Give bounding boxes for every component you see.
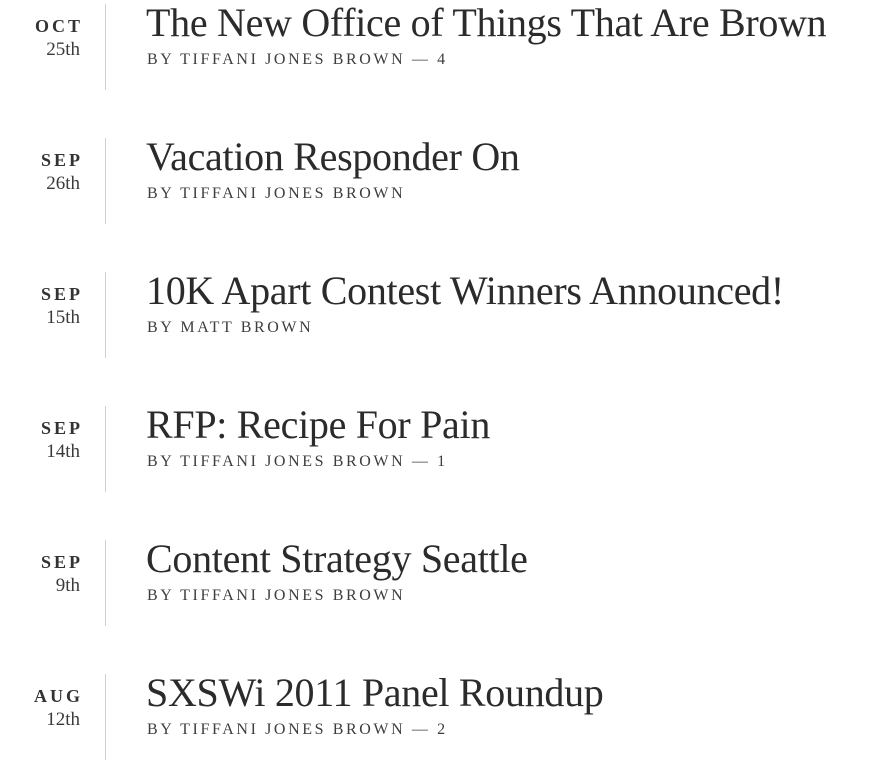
post-byline: BY TIFFANI JONES BROWN — 2 xyxy=(147,720,448,740)
post-byline: BY TIFFANI JONES BROWN — 4 xyxy=(147,50,448,70)
post-entry: SEP 15th 10K Apart Contest Winners Annou… xyxy=(0,268,881,362)
date-divider xyxy=(105,540,106,626)
post-byline: BY TIFFANI JONES BROWN xyxy=(147,586,405,606)
post-byline: BY MATT BROWN xyxy=(147,318,313,338)
post-title-link[interactable]: Vacation Responder On xyxy=(146,132,520,182)
date-divider xyxy=(105,674,106,760)
post-month: SEP xyxy=(40,284,83,304)
post-byline: BY TIFFANI JONES BROWN xyxy=(147,184,405,204)
date-divider xyxy=(105,406,106,492)
post-day: 14th xyxy=(46,441,80,462)
post-month: OCT xyxy=(34,16,83,36)
date-divider xyxy=(105,4,106,90)
post-month: SEP xyxy=(40,418,83,438)
post-entry: SEP 26th Vacation Responder On BY TIFFAN… xyxy=(0,134,881,228)
post-day: 25th xyxy=(46,39,80,60)
comment-count-link[interactable]: — 1 xyxy=(412,453,448,470)
post-author[interactable]: BY MATT BROWN xyxy=(147,319,313,336)
post-entry: AUG 12th SXSWi 2011 Panel Roundup BY TIF… xyxy=(0,670,881,764)
post-month: AUG xyxy=(34,686,83,706)
post-date: AUG 12th xyxy=(0,686,80,732)
post-entry: SEP 9th Content Strategy Seattle BY TIFF… xyxy=(0,536,881,630)
comment-count-link[interactable]: — 4 xyxy=(412,51,448,68)
post-month: SEP xyxy=(40,150,83,170)
post-title-link[interactable]: RFP: Recipe For Pain xyxy=(146,400,490,450)
post-author[interactable]: BY TIFFANI JONES BROWN xyxy=(147,185,405,202)
post-month: SEP xyxy=(40,552,83,572)
post-byline: BY TIFFANI JONES BROWN — 1 xyxy=(147,452,448,472)
post-author[interactable]: BY TIFFANI JONES BROWN xyxy=(147,721,405,738)
post-entry: SEP 14th RFP: Recipe For Pain BY TIFFANI… xyxy=(0,402,881,496)
post-day: 26th xyxy=(46,173,80,194)
post-date: OCT 25th xyxy=(0,16,80,62)
post-date: SEP 9th xyxy=(0,552,80,598)
comment-count-link[interactable]: — 2 xyxy=(412,721,448,738)
date-divider xyxy=(105,138,106,224)
post-title-link[interactable]: The New Office of Things That Are Brown xyxy=(146,0,827,48)
post-title-link[interactable]: 10K Apart Contest Winners Announced! xyxy=(146,266,784,316)
post-author[interactable]: BY TIFFANI JONES BROWN xyxy=(147,453,405,470)
post-title-link[interactable]: SXSWi 2011 Panel Roundup xyxy=(146,668,604,718)
post-date: SEP 14th xyxy=(0,418,80,464)
post-day: 9th xyxy=(55,575,80,596)
post-author[interactable]: BY TIFFANI JONES BROWN xyxy=(147,51,405,68)
date-divider xyxy=(105,272,106,358)
post-day: 15th xyxy=(46,307,80,328)
post-author[interactable]: BY TIFFANI JONES BROWN xyxy=(147,587,405,604)
post-title-link[interactable]: Content Strategy Seattle xyxy=(146,534,528,584)
post-entry: OCT 25th The New Office of Things That A… xyxy=(0,0,881,94)
post-day: 12th xyxy=(46,709,80,730)
post-date: SEP 15th xyxy=(0,284,80,330)
post-date: SEP 26th xyxy=(0,150,80,196)
